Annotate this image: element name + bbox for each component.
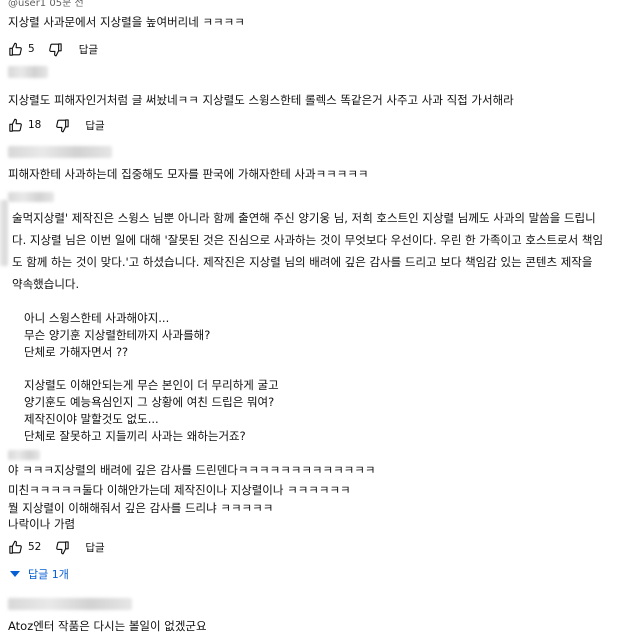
comment-actions: 18 답글 bbox=[6, 116, 105, 134]
comment-text: 지상렬도 피해자인거처럼 글 써놨네ㅋㅋ 지상렬도 스윙스한테 롤렉스 똑같은거… bbox=[8, 93, 514, 107]
blurred-avatar bbox=[0, 200, 8, 266]
comment-text: 무슨 양기훈 지상렬한테까지 사과를해? bbox=[24, 328, 211, 342]
blurred-username bbox=[8, 146, 112, 158]
like-count: 18 bbox=[28, 119, 42, 131]
view-replies-button[interactable]: 답글 1개 bbox=[10, 566, 69, 582]
comment-meta: @user1 05분 전 bbox=[8, 0, 84, 9]
chevron-down-icon bbox=[10, 568, 20, 581]
comment-text: 뭘 지상렬이 이해해줘서 깊은 감사를 드리냐 ㅋㅋㅋㅋㅋ bbox=[8, 501, 274, 515]
comment-text: 단체로 가해자면서 ?? bbox=[24, 345, 129, 359]
reply-button[interactable]: 답글 bbox=[85, 118, 104, 133]
comment-actions: 5 답글 bbox=[6, 40, 98, 58]
blurred-username bbox=[8, 66, 48, 78]
comment-text: 술먹지상렬' 제작진은 스윙스 님뿐 아니라 함께 출연해 주신 양기웅 님, … bbox=[12, 211, 596, 225]
reply-button[interactable]: 답글 bbox=[85, 540, 104, 555]
comment-text: 아니 스윙스한테 사과해야지... bbox=[24, 311, 170, 325]
reply-button[interactable]: 답글 bbox=[79, 42, 98, 57]
comment-text: 야 ㅋㅋㅋ지상렬의 배려에 깊은 감사를 드린덴다ㅋㅋㅋㅋㅋㅋㅋㅋㅋㅋㅋㅋㅋ bbox=[8, 463, 376, 477]
comment-text: 제작진이야 말할것도 없도... bbox=[24, 412, 159, 426]
comment-text: 단체로 잘못하고 지들끼리 사과는 왜하는거죠? bbox=[24, 429, 246, 443]
comment-actions: 52 답글 bbox=[6, 538, 105, 556]
like-count: 52 bbox=[28, 541, 42, 553]
blurred-username bbox=[8, 192, 54, 202]
comment-text: 약속했습니다. bbox=[12, 277, 80, 291]
comment-text: 미친ㅋㅋㅋㅋㅋ둘다 이해안가는데 제작진이나 지상렬이나 ㅋㅋㅋㅋㅋㅋ bbox=[8, 483, 351, 497]
comment-text: Atoz엔터 작품은 다시는 볼일이 없겠군요 bbox=[8, 619, 207, 633]
comment-text: 나락이나 가렴 bbox=[8, 517, 76, 531]
blurred-username bbox=[8, 598, 132, 610]
thumbs-down-icon[interactable] bbox=[53, 538, 71, 556]
like-count: 5 bbox=[28, 43, 35, 55]
comment-text: 도 함께 하는 것이 맞다.'고 하셨습니다. 제작진은 지상렬 님의 배려에 … bbox=[12, 255, 593, 269]
thumbs-down-icon[interactable] bbox=[53, 116, 71, 134]
blurred-username bbox=[8, 450, 40, 460]
comment-text: 지상렬도 이해안되는게 무슨 본인이 더 무리하게 굴고 bbox=[24, 378, 279, 392]
thumbs-up-icon[interactable] bbox=[6, 116, 24, 134]
thumbs-up-icon[interactable] bbox=[6, 40, 24, 58]
thumbs-down-icon[interactable] bbox=[47, 40, 65, 58]
comment-text: 양기훈도 예능욕심인지 그 상황에 여친 드립은 뭐여? bbox=[24, 395, 275, 409]
replies-label: 답글 1개 bbox=[28, 568, 69, 581]
thumbs-up-icon[interactable] bbox=[6, 538, 24, 556]
comment-text: 피해자한테 사과하는데 집중해도 모자를 판국에 가해자한테 사과ㅋㅋㅋㅋㅋ bbox=[8, 167, 369, 181]
comment-text: 지상렬 사과문에서 지상렬을 높여버리네 ㅋㅋㅋㅋ bbox=[8, 15, 245, 29]
comment-text: 다. 지상렬 님은 이번 일에 대해 '잘못된 것은 진심으로 사과하는 것이 … bbox=[12, 233, 604, 247]
